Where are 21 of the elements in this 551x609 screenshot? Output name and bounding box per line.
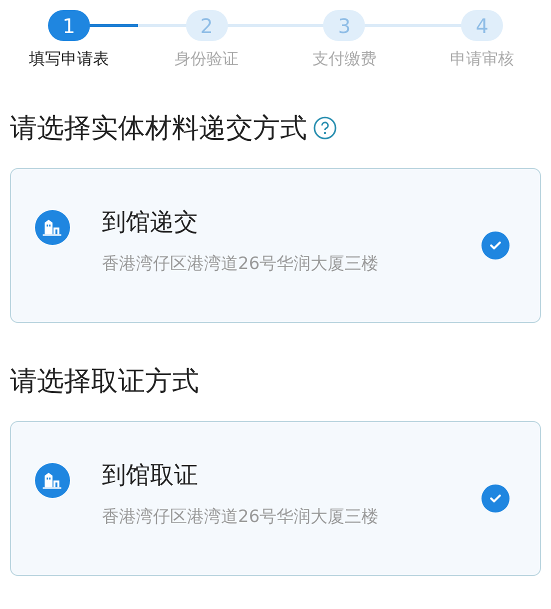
option-title: 到馆取证 bbox=[102, 460, 199, 491]
step-number: 1 bbox=[48, 10, 90, 41]
building-icon bbox=[35, 463, 70, 498]
step-label: 申请审核 bbox=[450, 49, 514, 70]
step-number: 3 bbox=[323, 10, 366, 41]
step-number: 4 bbox=[461, 10, 504, 41]
help-icon[interactable] bbox=[313, 116, 337, 140]
option-card[interactable]: 到馆递交 香港湾仔区港湾道26号华润大厦三楼 bbox=[10, 168, 541, 323]
check-icon[interactable] bbox=[481, 231, 510, 260]
building-icon bbox=[35, 210, 70, 245]
option-title: 到馆递交 bbox=[102, 207, 199, 238]
option-address: 香港湾仔区港湾道26号华润大厦三楼 bbox=[102, 506, 380, 528]
section-title: 请选择实体材料递交方式 bbox=[10, 112, 307, 146]
section-title: 请选择取证方式 bbox=[10, 365, 199, 399]
step-label: 支付缴费 bbox=[312, 49, 376, 70]
option-address: 香港湾仔区港湾道26号华润大厦三楼 bbox=[102, 253, 380, 275]
step-label: 身份验证 bbox=[174, 49, 239, 70]
check-icon[interactable] bbox=[481, 484, 510, 513]
option-card[interactable]: 到馆取证 香港湾仔区港湾道26号华润大厦三楼 bbox=[10, 421, 541, 576]
step-number: 2 bbox=[186, 10, 228, 41]
step-label: 填写申请表 bbox=[28, 49, 109, 70]
